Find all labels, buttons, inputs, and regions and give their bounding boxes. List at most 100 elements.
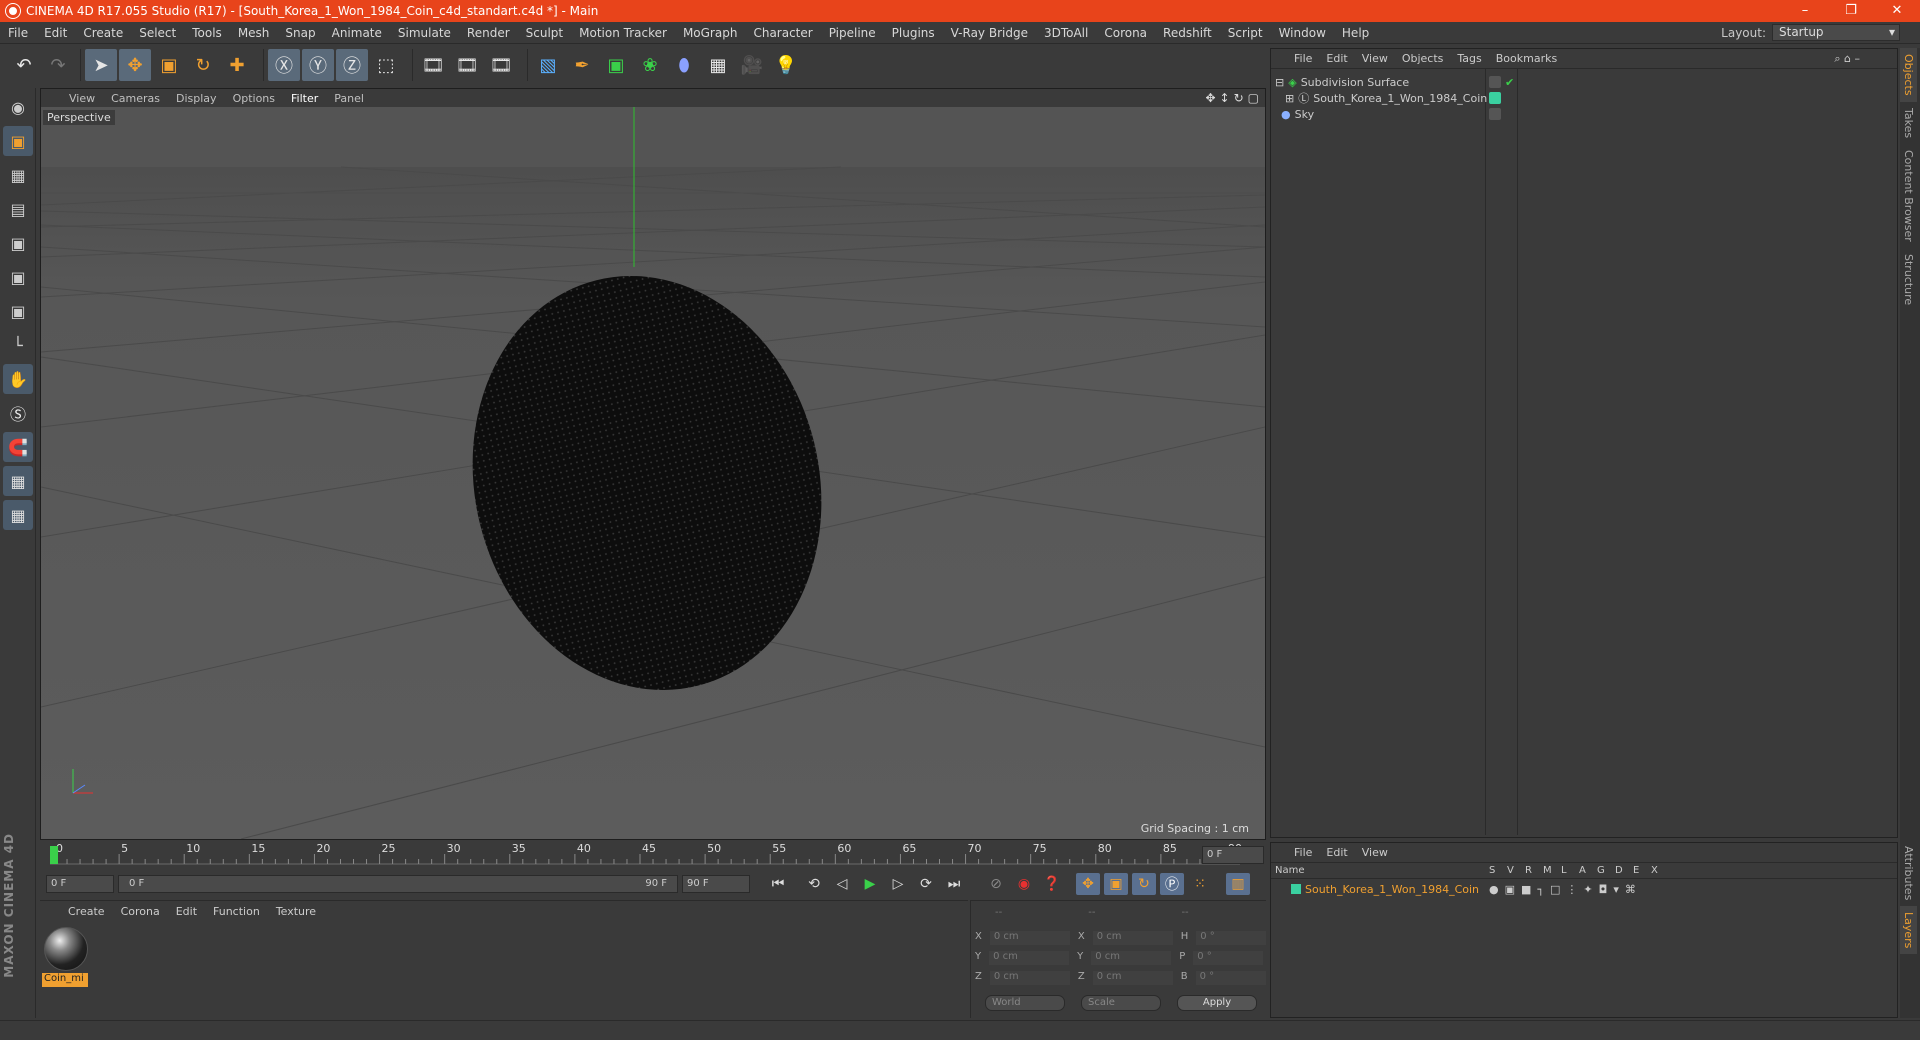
menu-pipeline[interactable]: Pipeline	[821, 26, 884, 40]
go-to-end-icon[interactable]: ⏭	[942, 873, 966, 895]
lm-menu-edit[interactable]: Edit	[1319, 846, 1354, 859]
rotation-h-field[interactable]: 0 °	[1196, 931, 1267, 945]
column-xref[interactable]: X	[1651, 865, 1669, 878]
column-solo[interactable]: S	[1489, 865, 1507, 878]
menu-animate[interactable]: Animate	[324, 26, 390, 40]
scale-icon[interactable]: ▣	[153, 49, 185, 81]
menu-select[interactable]: Select	[131, 26, 184, 40]
edit-render-settings-icon[interactable]: 🎞	[485, 49, 517, 81]
size-x-field[interactable]: 0 cm	[1092, 931, 1173, 945]
transform-icon[interactable]: ✚	[221, 49, 253, 81]
previous-frame-icon[interactable]: ◁	[830, 873, 854, 895]
menu-redshift[interactable]: Redshift	[1155, 26, 1220, 40]
menu-window[interactable]: Window	[1271, 26, 1334, 40]
record-keys-icon[interactable]: ⊘	[984, 873, 1008, 895]
redo-icon[interactable]: ↷	[42, 49, 74, 81]
points-mode-icon[interactable]: ▣	[3, 228, 33, 258]
enabled-check-icon[interactable]: ✔	[1505, 76, 1514, 89]
cloner-icon[interactable]: ❀	[634, 49, 666, 81]
perspective-viewport[interactable]: View Cameras Display Options Filter Pane…	[40, 88, 1266, 840]
render-view-icon[interactable]: 🎞	[417, 49, 449, 81]
object-row[interactable]: ● Sky	[1271, 105, 1897, 123]
frame-range-slider[interactable]: 0 F 90 F	[118, 875, 678, 893]
menu-help[interactable]: Help	[1334, 26, 1377, 40]
axis-mode-icon[interactable]: └	[3, 330, 33, 360]
layer-row[interactable]: South_Korea_1_Won_1984_Coin ●▣■┐□⋮✦◘▾⌘	[1271, 881, 1897, 897]
om-search-icon[interactable]: ⌕ ⌂ –	[1827, 52, 1867, 66]
texture-mode-icon[interactable]: ▦	[3, 160, 33, 190]
om-menu-edit[interactable]: Edit	[1319, 52, 1354, 65]
viewport-menu-filter[interactable]: Filter	[283, 92, 326, 105]
material-menu-function[interactable]: Function	[205, 905, 268, 918]
menu-character[interactable]: Character	[745, 26, 820, 40]
key-rotation-icon[interactable]: ↻	[1132, 873, 1156, 895]
scale-dropdown[interactable]: Scale	[1081, 995, 1161, 1011]
next-key-icon[interactable]: ⟳	[914, 873, 938, 895]
lm-menu-view[interactable]: View	[1355, 846, 1395, 859]
orbit-icon[interactable]: ↻	[1234, 91, 1244, 105]
z-axis-icon[interactable]: Ⓩ	[336, 49, 368, 81]
solo-icon[interactable]: Ⓢ	[3, 398, 33, 428]
object-name[interactable]: Sky	[1291, 108, 1314, 121]
viewport-menu-cameras[interactable]: Cameras	[103, 92, 168, 105]
workplane-grid-icon[interactable]: ▦	[3, 500, 33, 530]
y-axis-icon[interactable]: Ⓨ	[302, 49, 334, 81]
close-button[interactable]: ✕	[1874, 0, 1920, 22]
previous-key-icon[interactable]: ⟲	[802, 873, 826, 895]
subdivision-surface-icon[interactable]: ▣	[600, 49, 632, 81]
pan-icon[interactable]: ✥	[1205, 91, 1215, 105]
play-icon[interactable]: ▶	[858, 873, 882, 895]
pen-spline-icon[interactable]: ✒	[566, 49, 598, 81]
position-z-field[interactable]: 0 cm	[989, 971, 1070, 985]
rotate-icon[interactable]: ↻	[187, 49, 219, 81]
keyframe-selection-icon[interactable]: ❓	[1040, 873, 1064, 895]
object-name[interactable]: South_Korea_1_Won_1984_Coin	[1309, 92, 1487, 105]
column-deformers[interactable]: D	[1615, 865, 1633, 878]
lm-menu-file[interactable]: File	[1287, 846, 1319, 859]
column-name[interactable]: Name	[1271, 865, 1489, 878]
render-picture-viewer-icon[interactable]: 🎞	[451, 49, 483, 81]
x-axis-icon[interactable]: Ⓧ	[268, 49, 300, 81]
material-menu-texture[interactable]: Texture	[268, 905, 324, 918]
expand-icon[interactable]: ⊞	[1285, 92, 1294, 105]
menu-mograph[interactable]: MoGraph	[675, 26, 746, 40]
menu-vray-bridge[interactable]: V-Ray Bridge	[943, 26, 1036, 40]
object-name[interactable]: Subdivision Surface	[1297, 76, 1409, 89]
current-frame-field[interactable]: 0 F	[1202, 846, 1264, 864]
viewport-menu-view[interactable]: View	[61, 92, 103, 105]
rotation-b-field[interactable]: 0 °	[1195, 971, 1266, 985]
maximize-view-icon[interactable]: ▢	[1248, 91, 1259, 105]
tweak-mode-icon[interactable]: ✋	[3, 364, 33, 394]
layer-color-tag[interactable]	[1489, 92, 1501, 104]
world-dropdown[interactable]: World	[985, 995, 1065, 1011]
menu-script[interactable]: Script	[1220, 26, 1271, 40]
model-mode-icon[interactable]: ▣	[3, 126, 33, 156]
cube-icon[interactable]: ▧	[532, 49, 564, 81]
snapping-icon[interactable]: 🧲	[3, 432, 33, 462]
material-preview-ball[interactable]	[44, 927, 88, 971]
tab-attributes[interactable]: Attributes	[1900, 840, 1917, 906]
floor-icon[interactable]: ▦	[702, 49, 734, 81]
column-manager[interactable]: M	[1543, 865, 1561, 878]
column-generators[interactable]: G	[1597, 865, 1615, 878]
undo-icon[interactable]: ↶	[8, 49, 40, 81]
layout-dropdown[interactable]: Startup	[1772, 24, 1900, 41]
menu-tools[interactable]: Tools	[184, 26, 230, 40]
om-menu-view[interactable]: View	[1355, 52, 1395, 65]
menu-create[interactable]: Create	[75, 26, 131, 40]
material-name-label[interactable]: Coin_mi	[42, 973, 88, 987]
light-icon[interactable]: 💡	[770, 49, 802, 81]
tab-takes[interactable]: Takes	[1900, 102, 1917, 144]
move-icon[interactable]: ✥	[119, 49, 151, 81]
column-animation[interactable]: A	[1579, 865, 1597, 878]
menu-snap[interactable]: Snap	[277, 26, 323, 40]
material-menu-create[interactable]: Create	[60, 905, 113, 918]
edges-mode-icon[interactable]: ▣	[3, 262, 33, 292]
end-frame-field[interactable]: 90 F	[682, 875, 750, 893]
size-z-field[interactable]: 0 cm	[1092, 971, 1173, 985]
column-render[interactable]: R	[1525, 865, 1543, 878]
apply-button[interactable]: Apply	[1177, 995, 1257, 1011]
viewport-menu-options[interactable]: Options	[225, 92, 283, 105]
om-menu-bookmarks[interactable]: Bookmarks	[1489, 52, 1564, 65]
menu-file[interactable]: File	[0, 26, 36, 40]
